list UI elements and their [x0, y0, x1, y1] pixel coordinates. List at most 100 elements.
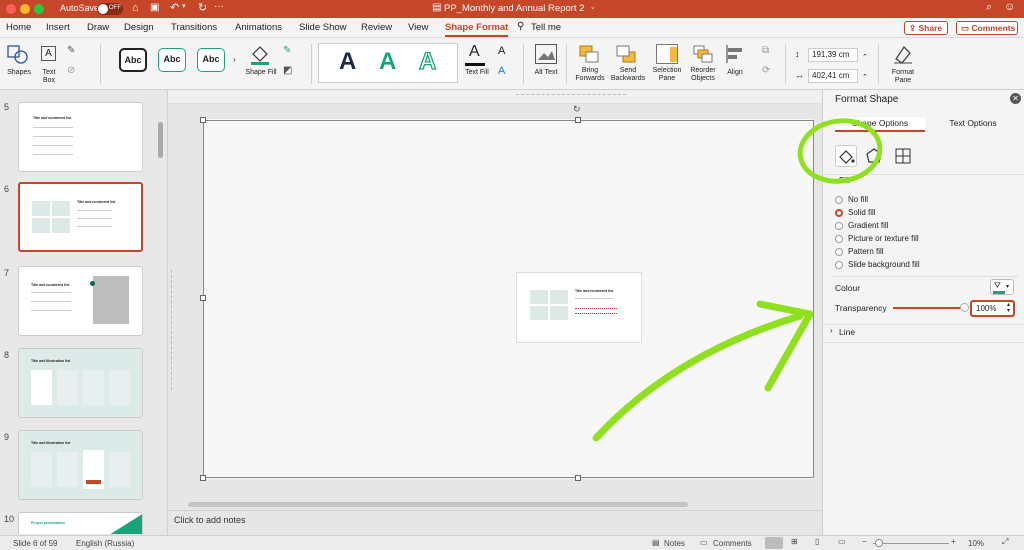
- zoom-slider-thumb[interactable]: [875, 539, 883, 547]
- radio-solid-fill[interactable]: [835, 209, 843, 217]
- autosave-toggle[interactable]: OFF: [97, 3, 123, 15]
- shape-fill-button[interactable]: [248, 42, 272, 66]
- radio-gradient-fill[interactable]: [835, 222, 843, 230]
- slide-thumb-6[interactable]: Title and numbered list: [18, 182, 143, 252]
- edit-shape-icon[interactable]: ✎: [67, 45, 75, 56]
- tab-review[interactable]: Review: [361, 22, 392, 33]
- height-stepper[interactable]: ⌃: [862, 53, 868, 61]
- comments-button[interactable]: ▭ Comments: [956, 21, 1018, 35]
- size-properties-tab[interactable]: [893, 146, 913, 166]
- shapes-button[interactable]: [6, 44, 30, 68]
- shape-style-dark[interactable]: Abc: [119, 48, 147, 72]
- close-window-button[interactable]: [6, 4, 16, 14]
- notes-icon[interactable]: ▤: [652, 538, 660, 547]
- tab-home[interactable]: Home: [6, 22, 31, 33]
- radio-picture-fill[interactable]: [835, 235, 843, 243]
- fit-slide-icon[interactable]: ⤢: [1002, 537, 1008, 547]
- resize-handle[interactable]: [200, 295, 206, 301]
- tab-shape-format[interactable]: Shape Format: [445, 22, 509, 37]
- shape-effects-icon[interactable]: ◩: [283, 65, 292, 76]
- tell-me-search[interactable]: Tell me: [531, 22, 561, 33]
- horizontal-scrollbar[interactable]: [188, 502, 688, 507]
- colour-picker[interactable]: ⛛ ▾: [990, 279, 1014, 295]
- resize-handle[interactable]: [200, 117, 206, 123]
- resize-handle[interactable]: [200, 475, 206, 481]
- rotate-icon[interactable]: ⟳: [762, 65, 770, 76]
- notes-placeholder[interactable]: Click to add notes: [174, 515, 246, 525]
- wordart-gallery[interactable]: A A A: [318, 43, 458, 83]
- title-chevron-icon[interactable]: ⌄: [590, 3, 596, 11]
- zoom-out-icon[interactable]: −: [862, 537, 867, 546]
- text-box-icon[interactable]: A: [41, 46, 56, 61]
- fill-section-header[interactable]: Fill: [839, 175, 850, 185]
- search-icon[interactable]: ⌕: [986, 1, 992, 14]
- transparency-slider-thumb[interactable]: [960, 303, 969, 312]
- more-icon[interactable]: ···: [214, 1, 224, 12]
- save-icon[interactable]: ▣: [150, 2, 159, 13]
- width-field[interactable]: 402,41 cm: [808, 69, 858, 83]
- group-icon[interactable]: ⧉: [762, 45, 769, 56]
- wordart-dark[interactable]: A: [339, 48, 356, 76]
- rotate-handle-icon[interactable]: ↻: [573, 104, 581, 115]
- reading-view-icon[interactable]: ▯: [815, 537, 819, 546]
- normal-view-button[interactable]: [765, 537, 783, 549]
- comments-icon[interactable]: ▭: [700, 538, 708, 547]
- account-icon[interactable]: ☺: [1004, 1, 1015, 13]
- shape-style-green-2[interactable]: Abc: [197, 48, 225, 72]
- language-status[interactable]: English (Russia): [76, 539, 134, 548]
- slide-preview[interactable]: Title and numbered list: [516, 272, 642, 343]
- tab-animations[interactable]: Animations: [235, 22, 282, 33]
- reorder-objects-icon[interactable]: [692, 44, 714, 64]
- tab-insert[interactable]: Insert: [46, 22, 70, 33]
- slide-thumb-9[interactable]: Title and illustration list: [18, 430, 143, 500]
- line-chevron-icon[interactable]: ›: [830, 326, 833, 335]
- selection-pane-icon[interactable]: [656, 44, 678, 64]
- tab-slide-show[interactable]: Slide Show: [299, 22, 347, 33]
- fill-chevron-icon[interactable]: ⌄: [829, 175, 835, 183]
- minimize-window-button[interactable]: [20, 4, 30, 14]
- tab-design[interactable]: Design: [124, 22, 154, 33]
- selected-shape[interactable]: [203, 120, 814, 478]
- tab-transitions[interactable]: Transitions: [171, 22, 217, 33]
- bring-forwards-icon[interactable]: [578, 44, 600, 64]
- styles-more-icon[interactable]: ›: [233, 55, 236, 64]
- slide-thumb-10[interactable]: Project presentation: [18, 512, 143, 534]
- home-icon[interactable]: ⌂: [132, 2, 139, 14]
- slide-sorter-icon[interactable]: ⊞: [791, 537, 798, 546]
- tab-view[interactable]: View: [408, 22, 428, 33]
- shape-outline-icon[interactable]: ✎: [283, 45, 291, 56]
- merge-shapes-icon[interactable]: ⊘: [67, 65, 75, 76]
- undo-dropdown-icon[interactable]: ▾: [182, 2, 186, 10]
- line-section-header[interactable]: Line: [839, 327, 855, 337]
- zoom-slider[interactable]: [873, 539, 949, 547]
- slide-thumb-5[interactable]: Title and numbered list: [18, 102, 143, 172]
- share-button[interactable]: ⇪ Share: [904, 21, 948, 35]
- format-pane-icon[interactable]: [892, 43, 914, 65]
- zoom-level[interactable]: 10%: [968, 539, 984, 548]
- comments-status-button[interactable]: Comments: [713, 539, 752, 548]
- resize-handle[interactable]: [575, 475, 581, 481]
- slide-thumb-7[interactable]: Title and numbered list: [18, 266, 143, 336]
- wordart-outline[interactable]: A: [418, 47, 437, 76]
- radio-pattern-fill[interactable]: [835, 248, 843, 256]
- fill-line-tab[interactable]: [835, 145, 857, 167]
- tab-draw[interactable]: Draw: [87, 22, 109, 33]
- transparency-field[interactable]: 100% ▴ ▾: [970, 300, 1015, 317]
- resize-handle[interactable]: [575, 117, 581, 123]
- thumbnail-scrollbar[interactable]: [158, 122, 163, 158]
- slideshow-icon[interactable]: ▭: [838, 537, 846, 546]
- radio-slide-background-fill[interactable]: [835, 261, 843, 269]
- text-outline-icon[interactable]: A: [498, 45, 505, 57]
- maximize-window-button[interactable]: [34, 4, 44, 14]
- radio-no-fill[interactable]: [835, 196, 843, 204]
- text-effects-icon[interactable]: A: [498, 65, 505, 77]
- stepper-icon[interactable]: ▴ ▾: [1007, 302, 1010, 314]
- tab-shape-options[interactable]: Shape Options: [835, 117, 925, 132]
- zoom-in-icon[interactable]: +: [951, 537, 956, 546]
- height-field[interactable]: 191,39 cm: [808, 48, 858, 62]
- undo-icon[interactable]: ↶: [170, 1, 179, 14]
- effects-tab[interactable]: [864, 146, 884, 166]
- wordart-green[interactable]: A: [379, 48, 396, 76]
- tab-text-options[interactable]: Text Options: [927, 117, 1019, 132]
- transparency-slider[interactable]: [893, 303, 969, 312]
